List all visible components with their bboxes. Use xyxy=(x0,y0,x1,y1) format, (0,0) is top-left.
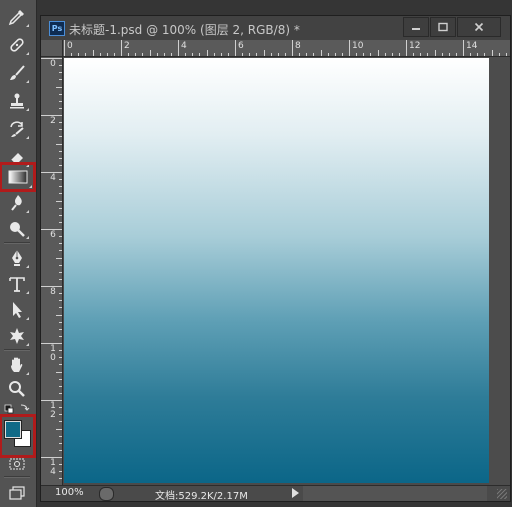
resize-grip-icon[interactable] xyxy=(497,489,507,499)
horizontal-ruler-ticks xyxy=(64,40,507,56)
status-menu-arrow-icon[interactable] xyxy=(292,488,299,498)
dodge-tool[interactable] xyxy=(2,216,31,241)
dodge-icon xyxy=(9,221,25,237)
spot-healing-tool[interactable] xyxy=(2,32,31,57)
document-title: 未标题-1.psd @ 100% (图层 2, RGB/8) * xyxy=(69,23,300,37)
zoom-level-field[interactable]: 100% xyxy=(55,487,84,498)
ruler-label: 4 xyxy=(50,173,56,183)
hand-icon xyxy=(10,357,22,372)
ruler-label: 14 xyxy=(50,458,56,477)
brush-tool[interactable] xyxy=(2,60,31,85)
vertical-ruler[interactable]: 0 2 4 6 8 10 12 14 xyxy=(41,57,63,485)
custom-shape-icon xyxy=(9,327,24,344)
quick-mask-icon xyxy=(9,458,24,470)
color-swatches[interactable] xyxy=(0,414,36,458)
ruler-label: 10 xyxy=(352,41,364,51)
maximize-icon xyxy=(438,22,448,32)
eyedropper-icon xyxy=(8,9,24,25)
minimize-button[interactable] xyxy=(403,17,429,37)
screen-mode-button[interactable] xyxy=(2,480,31,505)
minimize-icon xyxy=(412,28,420,30)
blur-icon xyxy=(10,194,22,211)
horizontal-ruler[interactable]: 0 2 4 6 8 10 12 14 xyxy=(63,40,510,57)
toolbar-divider xyxy=(4,349,30,351)
brush-icon xyxy=(9,64,25,80)
ruler-label: 8 xyxy=(295,41,301,51)
history-brush-tool[interactable] xyxy=(2,116,31,141)
tools-panel xyxy=(0,0,37,507)
ruler-label: 2 xyxy=(124,41,130,51)
gradient-tool[interactable] xyxy=(0,162,36,192)
ruler-label: 4 xyxy=(181,41,187,51)
ruler-origin[interactable] xyxy=(41,40,63,57)
close-button[interactable] xyxy=(457,17,501,37)
history-brush-icon xyxy=(9,120,24,137)
ruler-label: 6 xyxy=(238,41,244,51)
maximize-button[interactable] xyxy=(430,17,456,37)
zoom-tool[interactable] xyxy=(2,376,31,401)
screen-mode-icon xyxy=(8,485,25,500)
spot-healing-brush-icon xyxy=(9,37,24,52)
ruler-label: 10 xyxy=(50,344,56,363)
pen-tool[interactable] xyxy=(2,245,31,270)
image-canvas[interactable] xyxy=(64,58,489,483)
foreground-color-swatch[interactable] xyxy=(5,421,21,438)
ruler-label: 6 xyxy=(50,230,56,240)
document-size-info: 文档:529.2K/2.17M xyxy=(155,491,248,502)
canvas-area[interactable] xyxy=(63,57,510,485)
ruler-label: 8 xyxy=(50,287,56,297)
toolbar-divider xyxy=(4,476,30,478)
status-info-icon[interactable] xyxy=(99,487,114,501)
zoom-icon xyxy=(8,380,25,397)
ruler-label: 14 xyxy=(466,41,478,51)
ruler-label: 2 xyxy=(50,116,56,126)
pen-icon xyxy=(11,249,22,266)
ruler-label: 0 xyxy=(50,59,56,69)
quick-mask-button[interactable] xyxy=(2,455,31,473)
type-tool[interactable] xyxy=(2,271,31,296)
photoshop-logo-icon: Ps xyxy=(49,21,65,36)
workspace: Ps 未标题-1.psd @ 100% (图层 2, RGB/8) * 0 2 … xyxy=(0,0,512,507)
blur-tool[interactable] xyxy=(2,190,31,215)
gradient-icon xyxy=(8,170,27,184)
custom-shape-tool[interactable] xyxy=(2,323,31,348)
toolbar-divider xyxy=(4,242,30,244)
status-bar: 100% 文档:529.2K/2.17M xyxy=(41,485,510,502)
ruler-label: 0 xyxy=(67,41,73,51)
vertical-scrollbar[interactable] xyxy=(489,57,510,485)
horizontal-scrollbar[interactable] xyxy=(303,486,487,501)
document-window: Ps 未标题-1.psd @ 100% (图层 2, RGB/8) * 0 2 … xyxy=(40,15,511,502)
document-title-bar[interactable]: Ps 未标题-1.psd @ 100% (图层 2, RGB/8) * xyxy=(41,16,510,41)
clone-stamp-tool[interactable] xyxy=(2,88,31,113)
ruler-label: 12 xyxy=(50,401,56,420)
default-colors-icon[interactable] xyxy=(3,402,33,414)
path-selection-tool[interactable] xyxy=(2,297,31,322)
path-selection-icon xyxy=(12,301,22,318)
ruler-label: 12 xyxy=(409,41,421,51)
horizontal-type-icon xyxy=(8,276,25,292)
eyedropper-tool[interactable] xyxy=(2,4,31,29)
clone-stamp-icon xyxy=(9,93,24,108)
close-icon xyxy=(474,22,484,32)
hand-tool[interactable] xyxy=(2,352,31,377)
